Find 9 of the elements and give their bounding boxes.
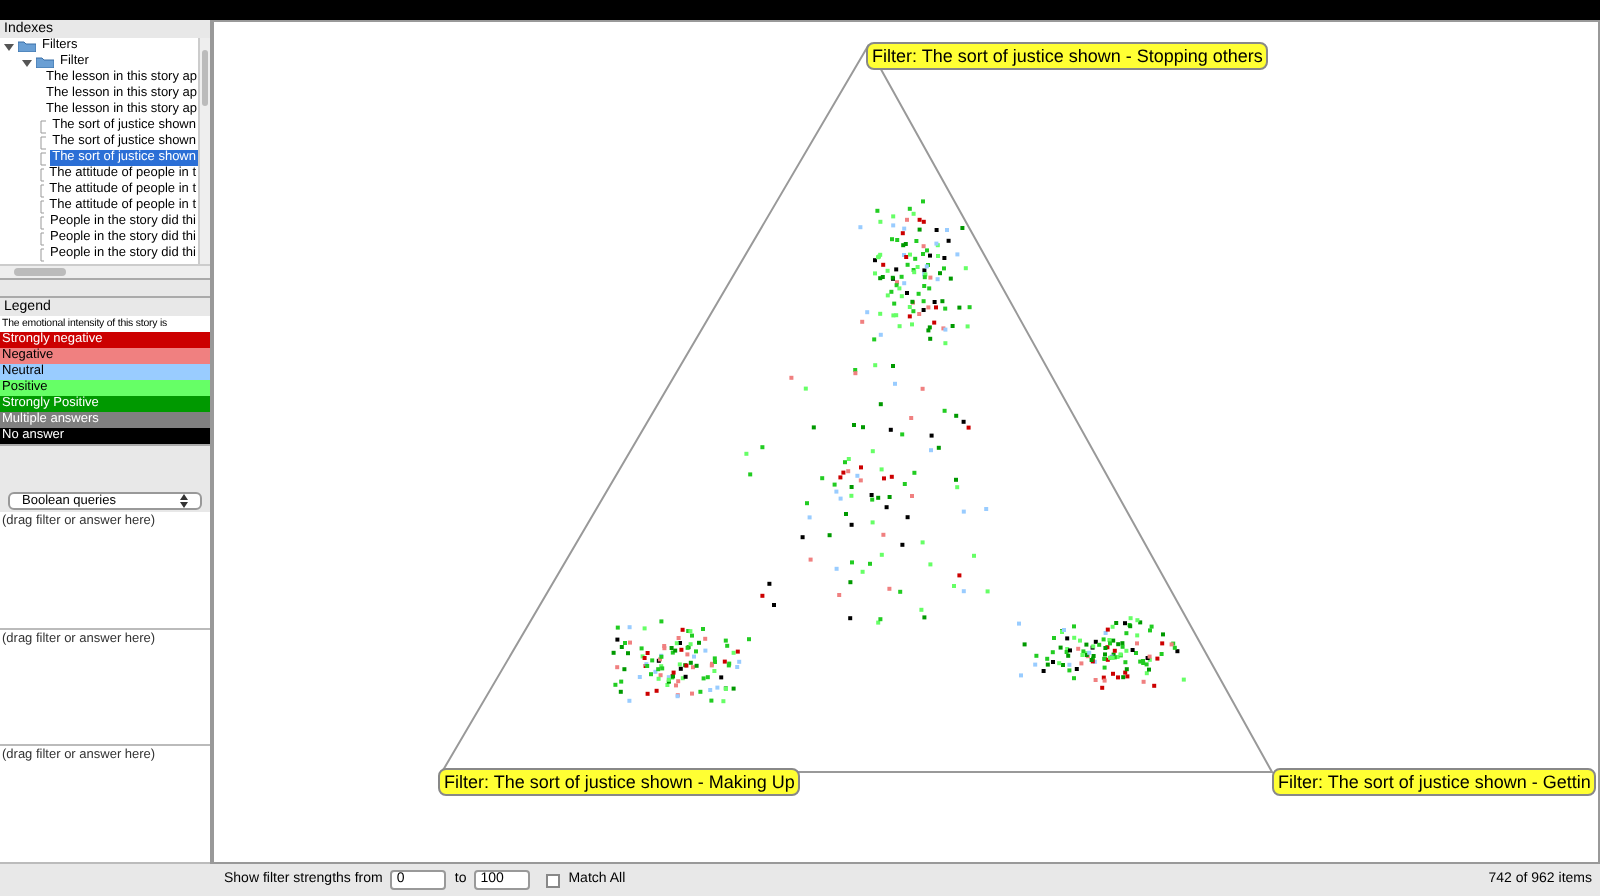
- checkbox[interactable]: [546, 873, 561, 887]
- vertex-label: Filter: The sort of justice shown - Making Up: [438, 768, 801, 796]
- vertical-scrollbar[interactable]: [198, 38, 210, 264]
- vertex-label: Filter: The sort of justice shown - Stopping others: [866, 42, 1269, 70]
- disclosure-triangle-icon[interactable]: [4, 41, 14, 51]
- stepper-arrows-icon: [180, 494, 188, 508]
- disclosure-triangle-icon[interactable]: [22, 57, 32, 67]
- horizontal-scrollbar[interactable]: [0, 264, 210, 278]
- vertex-label: Filter: The sort of justice shown - Gettin: [1272, 768, 1597, 796]
